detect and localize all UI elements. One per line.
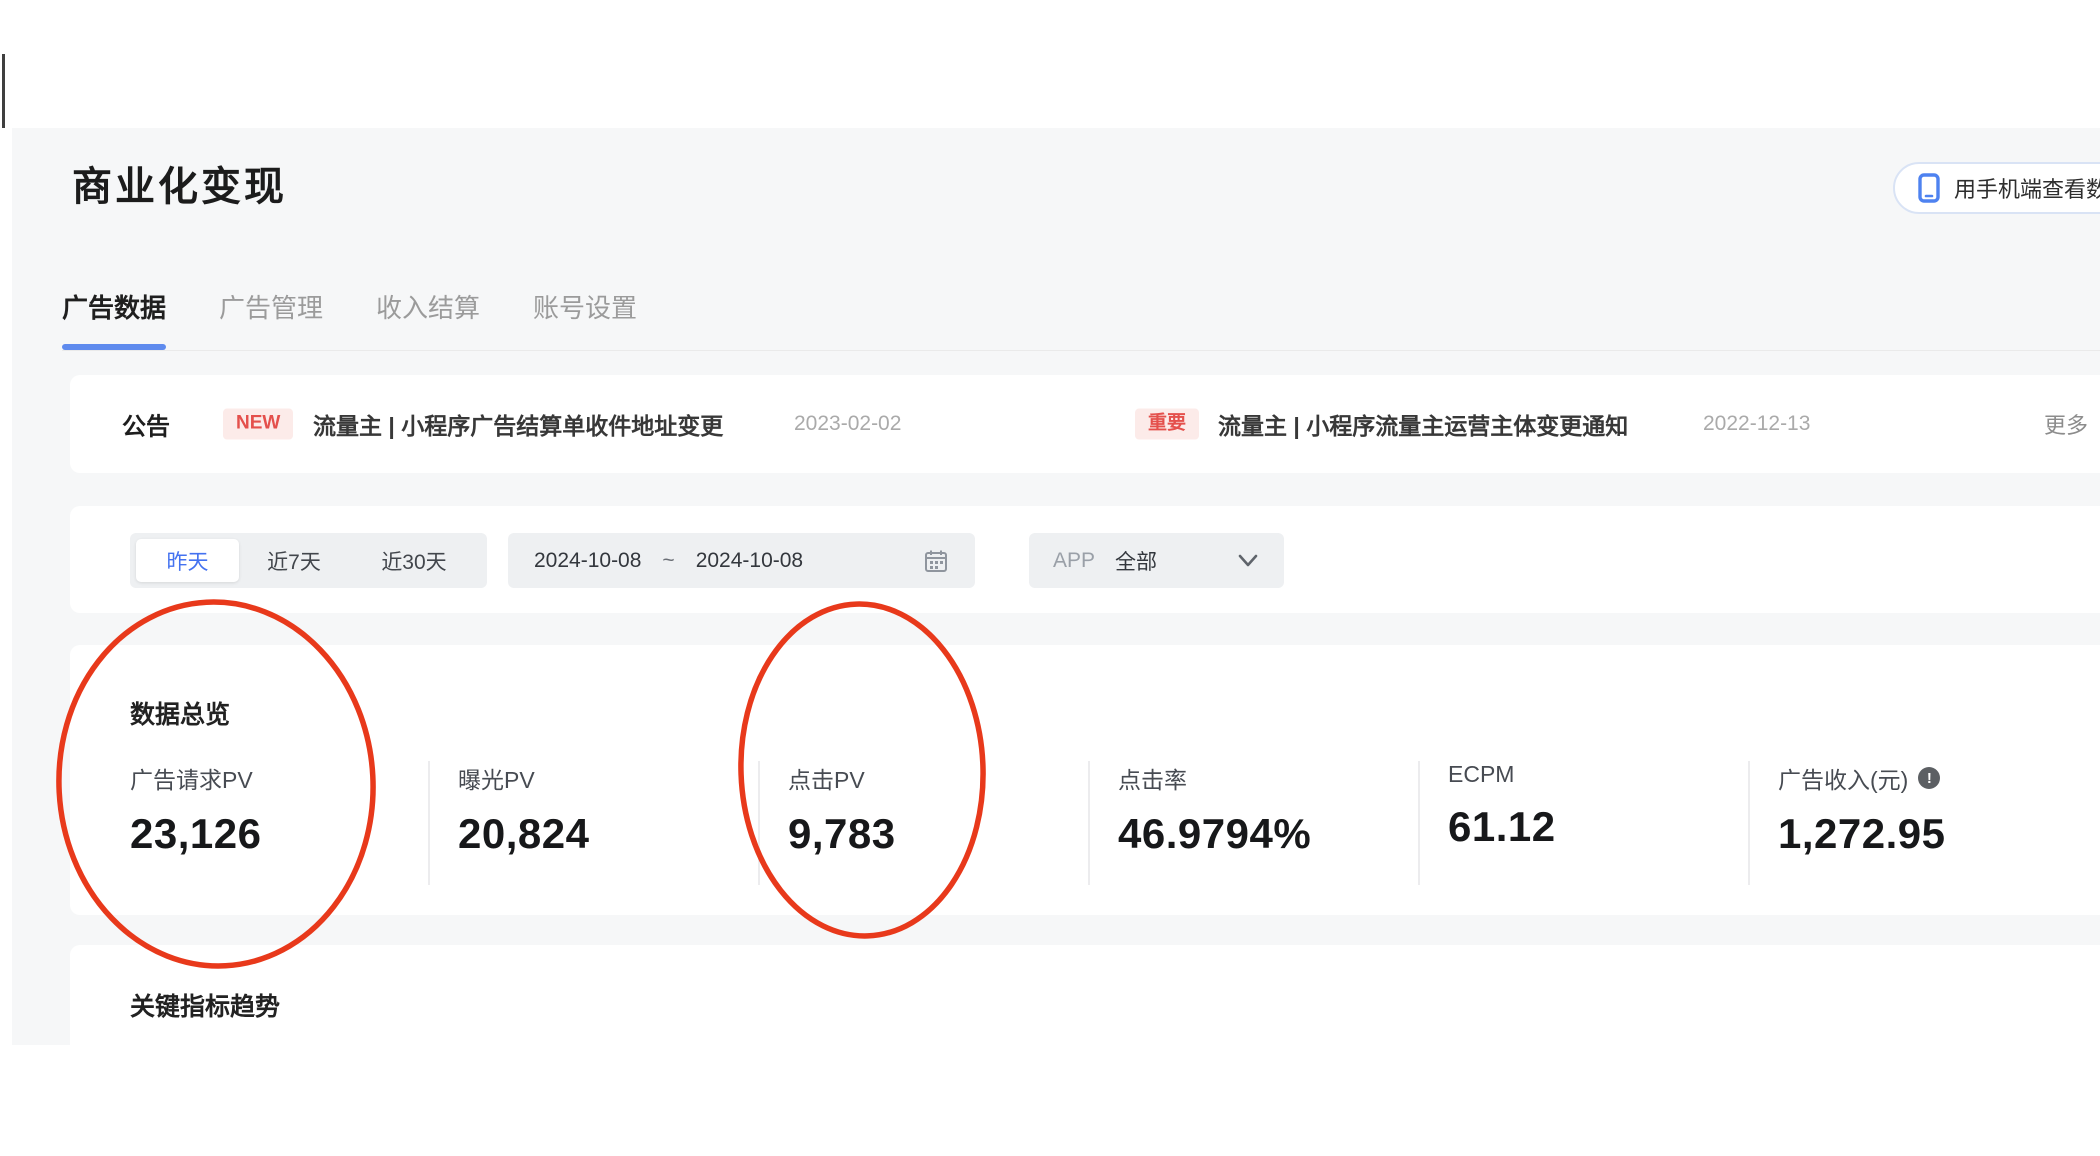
more-link[interactable]: 更多 xyxy=(2044,408,2088,440)
metric-value: 23,126 xyxy=(130,810,262,857)
chevron-down-icon[interactable] xyxy=(1236,553,1260,569)
metric-value: 9,783 xyxy=(788,810,896,857)
tab-bar: 广告数据 广告管理 收入结算 账号设置 xyxy=(62,288,637,325)
metric-item-ad-revenue: 广告收入(元) ! 1,272.95 xyxy=(1748,761,2078,885)
announcement-title[interactable]: 流量主 | 小程序广告结算单收件地址变更 xyxy=(313,407,723,441)
overview-title: 数据总览 xyxy=(130,701,231,729)
page-title: 商业化变现 xyxy=(72,165,287,209)
tab-ad-management[interactable]: 广告管理 xyxy=(219,288,323,325)
metric-item-exposure-pv: 曝光PV 20,824 xyxy=(428,761,758,885)
calendar-icon[interactable] xyxy=(923,548,949,574)
tab-bar-divider xyxy=(62,350,2100,351)
quick-range-yesterday[interactable]: 昨天 xyxy=(136,539,239,582)
announcement-bar: 公告 NEW 流量主 | 小程序广告结算单收件地址变更 2023-02-02 重… xyxy=(70,375,2100,473)
new-badge: NEW xyxy=(223,408,294,440)
metric-item-ad-request-pv: 广告请求PV 23,126 xyxy=(130,761,428,885)
metric-value: 61.12 xyxy=(1448,803,1556,850)
date-range-separator: ~ xyxy=(662,548,675,572)
metric-label: 点击率 xyxy=(1118,767,1187,793)
quick-range-30days[interactable]: 近30天 xyxy=(349,539,479,582)
metric-value: 1,272.95 xyxy=(1778,810,1946,857)
metric-value: 46.9794% xyxy=(1118,810,1312,857)
date-range-picker[interactable]: 2024-10-08 ~ 2024-10-08 xyxy=(508,533,975,588)
metric-item-click-rate: 点击率 46.9794% xyxy=(1088,761,1418,885)
app-filter-value: 全部 xyxy=(1115,550,1158,574)
tab-ad-data[interactable]: 广告数据 xyxy=(62,288,166,325)
metric-label: ECPM xyxy=(1448,761,1515,787)
metric-label: 点击PV xyxy=(788,767,865,793)
date-range-end: 2024-10-08 xyxy=(695,548,804,572)
filter-bar: 昨天 近7天 近30天 2024-10-08 ~ 2024-10-08 APP … xyxy=(70,506,2100,613)
info-icon[interactable]: ! xyxy=(1918,767,1941,789)
app-filter-label: APP xyxy=(1053,548,1096,572)
announcement-date: 2023-02-02 xyxy=(794,412,902,435)
metric-label: 广告收入(元) xyxy=(1778,767,1909,793)
phone-icon xyxy=(1917,173,1941,203)
quick-range-7days[interactable]: 近7天 xyxy=(239,539,349,582)
monetization-dashboard: 商业化变现 用手机端查看数据 广告数据 广告管理 收入结算 账号设置 公告 NE… xyxy=(0,0,2100,1156)
active-tab-underline xyxy=(62,344,166,350)
view-on-phone-button[interactable]: 用手机端查看数据 xyxy=(1893,162,2100,214)
tab-account-settings[interactable]: 账号设置 xyxy=(533,288,637,325)
trend-title: 关键指标趋势 xyxy=(130,993,281,1021)
announcement-title[interactable]: 流量主 | 小程序流量主运营主体变更通知 xyxy=(1218,407,1628,441)
metric-label: 曝光PV xyxy=(458,767,535,793)
important-badge: 重要 xyxy=(1135,408,1200,440)
metric-label: 广告请求PV xyxy=(130,767,253,793)
app-filter-select[interactable]: APP 全部 xyxy=(1029,533,1284,588)
overview-card: 数据总览 广告请求PV 23,126 曝光PV 20,824 点击PV 9,78… xyxy=(70,645,2100,915)
announcement-label: 公告 xyxy=(122,413,170,441)
date-range-start: 2024-10-08 xyxy=(534,548,642,572)
metrics-row: 广告请求PV 23,126 曝光PV 20,824 点击PV 9,783 点击率… xyxy=(70,761,2100,885)
screenshot-edge-artifact xyxy=(2,54,5,128)
tab-revenue-settlement[interactable]: 收入结算 xyxy=(376,288,480,325)
date-quick-switch: 昨天 近7天 近30天 xyxy=(130,533,487,588)
metric-value: 20,824 xyxy=(458,810,590,857)
announcement-date: 2022-12-13 xyxy=(1703,412,1811,435)
metric-item-ecpm: ECPM 61.12 xyxy=(1418,761,1748,885)
trend-card: 关键指标趋势 xyxy=(70,945,2100,1056)
view-on-phone-label: 用手机端查看数据 xyxy=(1954,177,2100,202)
metric-item-click-pv: 点击PV 9,783 xyxy=(758,761,1088,885)
